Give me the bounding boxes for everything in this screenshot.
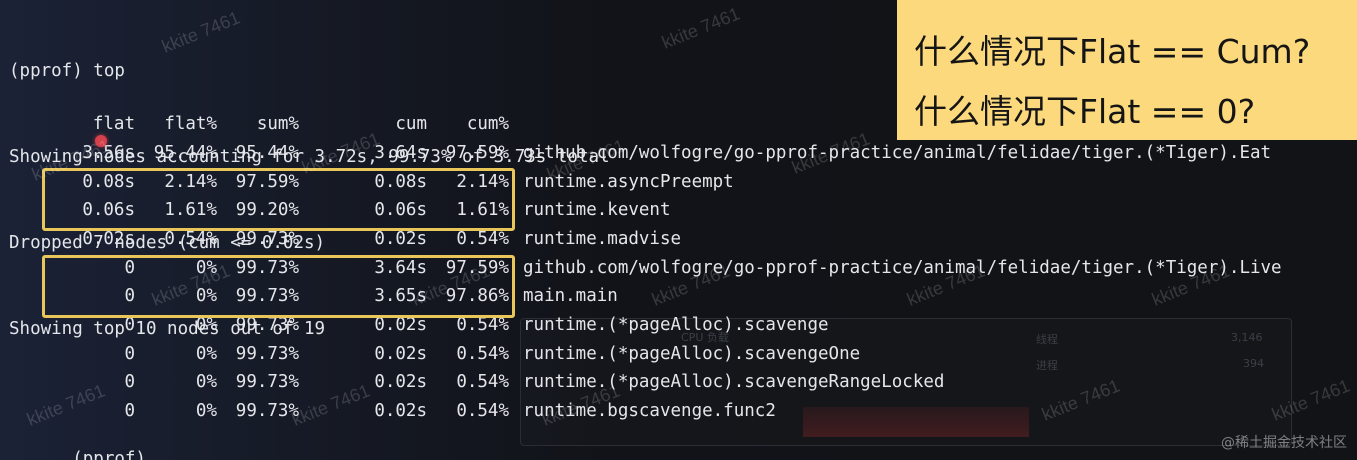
- cell-sum-pct: 99.73%: [235, 229, 299, 249]
- cell-function-name: runtime.(*pageAlloc).scavengeRangeLocked: [523, 372, 945, 392]
- question-note: 什么情况下Flat == Cum? 什么情况下Flat == 0?: [897, 0, 1357, 140]
- cell-function-name: runtime.madvise: [523, 229, 682, 249]
- cell-function-name: github.com/wolfogre/go-pprof-practice/an…: [523, 143, 1272, 163]
- cell-flat-pct: 0.54%: [164, 229, 217, 249]
- table-row: 0 0% 99.73% 0.02s 0.54% runtime.(*pageAl…: [9, 344, 1357, 373]
- cell-function-name: github.com/wolfogre/go-pprof-practice/an…: [523, 258, 1282, 278]
- cell-cum-pct: 0.54%: [456, 315, 509, 335]
- question-flat-equals-cum: 什么情况下Flat == Cum?: [914, 32, 1311, 71]
- cell-function-name: runtime.(*pageAlloc).scavenge: [523, 315, 829, 335]
- cell-sum-pct: 99.73%: [235, 372, 299, 392]
- table-row: 0.02s 0.54% 99.73% 0.02s 0.54% runtime.m…: [9, 229, 1357, 258]
- cell-function-name: runtime.kevent: [523, 200, 671, 220]
- cell-sum-pct: 99.73%: [235, 315, 299, 335]
- cell-function-name: runtime.(*pageAlloc).scavengeOne: [523, 344, 861, 364]
- cell-flat-pct: 0%: [195, 372, 217, 392]
- header-flat-pct: flat%: [164, 114, 217, 134]
- cell-cum: 0.02s: [374, 315, 427, 335]
- cell-flat: 0: [124, 344, 135, 364]
- cell-flat-pct: 0%: [195, 401, 217, 421]
- table-row: 0 0% 99.73% 0.02s 0.54% runtime.bgscaven…: [9, 401, 1357, 430]
- screenshot: CPU 负载 线程 3,146 进程 394 (pprof) top Showi…: [0, 0, 1357, 460]
- table-row: 0 0% 99.73% 0.02s 0.54% runtime.(*pageAl…: [9, 372, 1357, 401]
- cell-sum-pct: 99.73%: [235, 344, 299, 364]
- header-flat: flat: [92, 114, 135, 134]
- final-prompt-text: (pprof): [72, 449, 146, 460]
- header-cum: cum: [395, 114, 427, 134]
- question-flat-zero: 什么情况下Flat == 0?: [914, 92, 1256, 131]
- cell-cum-pct: 97.59%: [445, 143, 509, 163]
- prompt-command: (pprof) top: [9, 61, 125, 82]
- cell-flat-pct: 0%: [195, 344, 217, 364]
- cell-sum-pct: 99.73%: [235, 401, 299, 421]
- cell-flat: 0: [124, 372, 135, 392]
- cell-cum-pct: 0.54%: [456, 401, 509, 421]
- cell-sum-pct: 95.44%: [235, 143, 299, 163]
- header-cum-pct: cum%: [466, 114, 509, 134]
- final-prompt[interactable]: (pprof): [9, 429, 1357, 460]
- cell-cum-pct: 0.54%: [456, 229, 509, 249]
- highlight-box-flat-equals-cum: [42, 168, 515, 231]
- cell-flat-pct: 0%: [195, 315, 217, 335]
- cell-cum: 0.02s: [374, 344, 427, 364]
- header-sum-pct: sum%: [256, 114, 299, 134]
- cell-function-name: main.main: [523, 286, 618, 306]
- source-watermark: @稀土掘金技术社区: [1221, 435, 1347, 451]
- cell-cum-pct: 0.54%: [456, 372, 509, 392]
- cell-flat: 0.02s: [82, 229, 135, 249]
- table-row: 0 0% 99.73% 0.02s 0.54% runtime.(*pageAl…: [9, 315, 1357, 344]
- cell-flat: 0: [124, 315, 135, 335]
- cell-cum-pct: 0.54%: [456, 344, 509, 364]
- cell-cum: 0.02s: [374, 229, 427, 249]
- cell-flat-pct: 95.44%: [153, 143, 217, 163]
- watermark-text: kkite 7461: [659, 3, 743, 53]
